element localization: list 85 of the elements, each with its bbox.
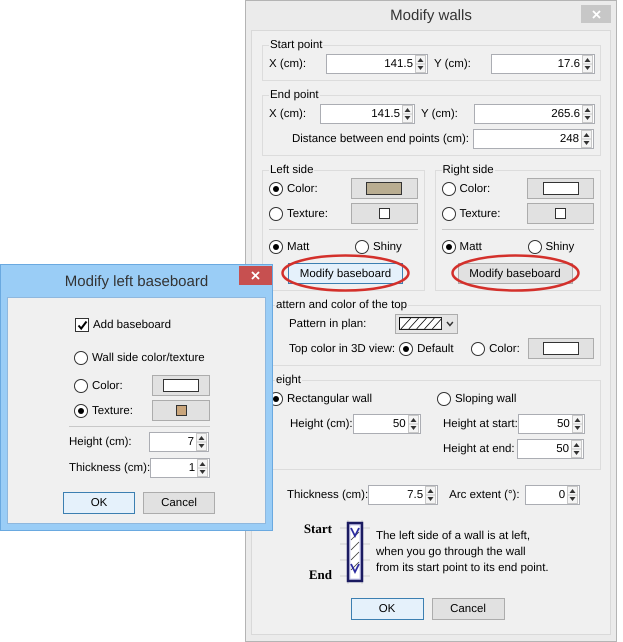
number-field[interactable]: 50 bbox=[352, 414, 421, 434]
field-label: Height (cm): bbox=[69, 436, 133, 448]
field-label: Height (cm): bbox=[289, 418, 353, 430]
window-title: Modify walls bbox=[390, 7, 472, 24]
radio-button[interactable]: Color: bbox=[74, 378, 123, 392]
radio-button[interactable]: Texture: bbox=[74, 404, 133, 418]
end-label: End bbox=[308, 567, 332, 583]
number-field[interactable]: 50 bbox=[518, 414, 585, 434]
texture-button[interactable] bbox=[350, 203, 418, 224]
explanation-text: The left side of a wall is at left, when you go through the wall from its start point to its end point. bbox=[376, 529, 549, 576]
ok-button[interactable]: OK bbox=[63, 492, 135, 514]
radio-button[interactable]: Wall side color/texture bbox=[74, 350, 205, 364]
field-label: Top color in 3D view: bbox=[289, 342, 396, 354]
ok-button[interactable]: OK bbox=[350, 598, 424, 620]
radio-button[interactable]: Color: bbox=[471, 342, 528, 356]
group-label: eight bbox=[275, 374, 302, 386]
spinner-arrows-icon[interactable] bbox=[402, 104, 413, 122]
spinner-arrows-icon[interactable] bbox=[582, 104, 593, 122]
start-label: Start bbox=[304, 521, 332, 537]
check-icon bbox=[76, 320, 88, 330]
close-icon bbox=[592, 10, 600, 18]
field-label: Arc extent (°): bbox=[449, 488, 521, 500]
radio-button[interactable]: Shiny bbox=[528, 240, 574, 254]
field-label: Thickness (cm): bbox=[69, 462, 150, 474]
spinner-arrows-icon[interactable] bbox=[567, 486, 578, 504]
radio-button[interactable]: Sloping wall bbox=[437, 392, 516, 406]
spinner-arrows-icon[interactable] bbox=[572, 414, 583, 432]
checkbox[interactable]: Add baseboard bbox=[75, 315, 210, 335]
radio-button[interactable]: Default bbox=[399, 342, 472, 356]
radio-button[interactable]: Color: bbox=[442, 182, 490, 196]
modify-baseboard-button[interactable]: Modify baseboard bbox=[458, 263, 572, 284]
color-button[interactable] bbox=[528, 338, 594, 359]
group-label: Start point bbox=[269, 39, 324, 51]
color-button[interactable] bbox=[350, 178, 418, 199]
field-label: Thickness (cm): bbox=[287, 488, 368, 500]
radio-button[interactable]: Matt bbox=[269, 240, 355, 254]
radio-button[interactable]: Shiny bbox=[355, 240, 402, 254]
close-icon bbox=[251, 271, 260, 280]
pattern-dropdown[interactable] bbox=[395, 314, 458, 334]
field-label: X (cm): bbox=[269, 58, 308, 70]
chevron-down-icon bbox=[446, 320, 454, 326]
number-field[interactable]: 7.5 bbox=[368, 484, 438, 504]
spinner-arrows-icon[interactable] bbox=[197, 459, 208, 477]
group-label: attern and color of the top bbox=[275, 299, 408, 311]
field-label: Pattern in plan: bbox=[289, 318, 368, 330]
wall-diagram-icon bbox=[340, 520, 370, 584]
field-label: Y (cm): bbox=[421, 108, 459, 120]
group-label: End point bbox=[269, 89, 320, 101]
spinner-arrows-icon[interactable] bbox=[581, 130, 592, 148]
color-button[interactable] bbox=[527, 178, 594, 199]
texture-button[interactable] bbox=[527, 203, 594, 224]
texture-button[interactable] bbox=[152, 400, 210, 421]
number-field[interactable]: 141.5 bbox=[320, 104, 415, 124]
field-label: Height at end: bbox=[442, 442, 516, 454]
spinner-arrows-icon[interactable] bbox=[571, 440, 582, 458]
field-label: X (cm): bbox=[269, 108, 308, 120]
number-field[interactable]: 248 bbox=[473, 128, 594, 148]
cancel-button[interactable]: Cancel bbox=[432, 598, 504, 620]
number-field[interactable]: 141.5 bbox=[326, 54, 428, 74]
field-label: Distance between end points (cm): bbox=[290, 132, 470, 144]
radio-button[interactable]: Texture: bbox=[269, 206, 328, 220]
cancel-button[interactable]: Cancel bbox=[143, 492, 215, 514]
hatch-pattern-icon bbox=[399, 317, 442, 330]
field-label: Y (cm): bbox=[434, 58, 472, 70]
number-field[interactable]: 0 bbox=[525, 484, 580, 504]
group-label: Right side bbox=[442, 164, 495, 176]
spinner-arrows-icon[interactable] bbox=[425, 486, 436, 504]
color-button[interactable] bbox=[152, 375, 210, 396]
window-title: Modify left baseboard bbox=[64, 272, 208, 290]
radio-button[interactable]: Texture: bbox=[442, 206, 500, 220]
spinner-arrows-icon[interactable] bbox=[582, 54, 593, 72]
number-field[interactable]: 50 bbox=[517, 438, 584, 458]
number-field[interactable]: 7 bbox=[149, 432, 209, 452]
modify-baseboard-button[interactable]: Modify baseboard bbox=[288, 263, 403, 284]
field-label: Height at start: bbox=[442, 418, 518, 430]
radio-button[interactable]: Color: bbox=[269, 182, 318, 196]
number-field[interactable]: 1 bbox=[150, 458, 210, 478]
group-label: Left side bbox=[269, 164, 314, 176]
spinner-arrows-icon[interactable] bbox=[196, 433, 207, 451]
close-button[interactable] bbox=[239, 266, 272, 285]
spinner-arrows-icon[interactable] bbox=[415, 54, 426, 72]
number-field[interactable]: 265.6 bbox=[474, 104, 595, 124]
radio-button[interactable]: Matt bbox=[442, 240, 528, 254]
spinner-arrows-icon[interactable] bbox=[408, 414, 419, 432]
number-field[interactable]: 17.6 bbox=[491, 54, 595, 74]
